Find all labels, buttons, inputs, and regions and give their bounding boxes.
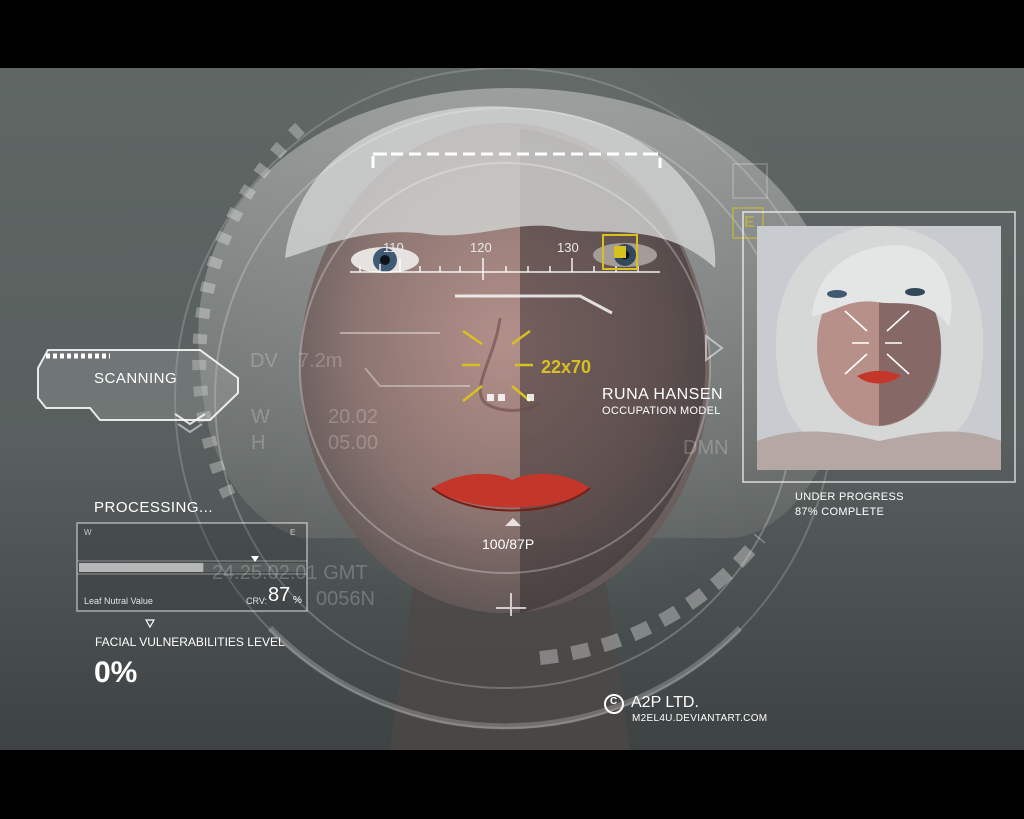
scan-scene: DV 7.2m W 20.02 H 05.00 DMN 24.25.02.01 … [0,68,1024,750]
target-size: 22x70 [541,357,592,377]
processing-panel-east: E [290,528,296,537]
processing-label: PROCESSING... [94,499,214,516]
processing-panel-west: W [84,528,92,537]
subject-name: RUNA HANSEN [602,386,724,403]
thumbnail-corner-mark: E [744,214,755,231]
bottom-letterbox [0,750,1024,819]
scale-tick-130: 130 [557,240,579,255]
top-letterbox [0,0,1024,68]
hud-ring-inner [299,162,711,574]
coord-readout: 0056N [316,588,375,610]
thumbnail-status-line2: 87% COMPLETE [795,506,885,518]
credit-company: A2P LTD. [631,694,699,711]
h-label: H [251,432,266,454]
w-value: 20.02 [328,406,379,428]
scale-tick-110: 110 [383,240,404,255]
subject-thumbnail [757,226,1001,470]
nose-crosshair [462,329,533,402]
gmt-readout: 24.25.02.01 GMT [212,562,368,584]
top-bracket [371,152,662,168]
processing-bar-fill [79,563,204,572]
dv-label: DV [250,350,278,372]
dv-value: 7.2m [298,350,343,372]
vulnerability-value: 0% [94,656,138,689]
bottom-marker: 100/87P [482,536,535,552]
copyright-symbol: C [610,696,618,707]
vulnerability-label: FACIAL VULNERABILITIES LEVEL [95,635,285,649]
w-label: W [251,406,270,428]
hud-arc-dashes-left [192,122,305,501]
h-value: 05.00 [328,432,379,454]
credit-url: M2EL4U.DEVIANTART.COM [632,713,768,724]
scale-tick-120: 120 [470,240,492,255]
scanning-label: SCANNING [94,370,178,387]
dmn-label: DMN [683,437,729,459]
thumbnail-status-line1: UNDER PROGRESS [795,491,904,503]
subject-role: OCCUPATION MODEL [602,405,721,417]
crv-label: CRV: [246,596,268,606]
crv-unit: % [293,595,302,606]
leaf-label: Leaf Nutral Value [84,596,153,606]
crv-value: 87 [268,584,291,606]
